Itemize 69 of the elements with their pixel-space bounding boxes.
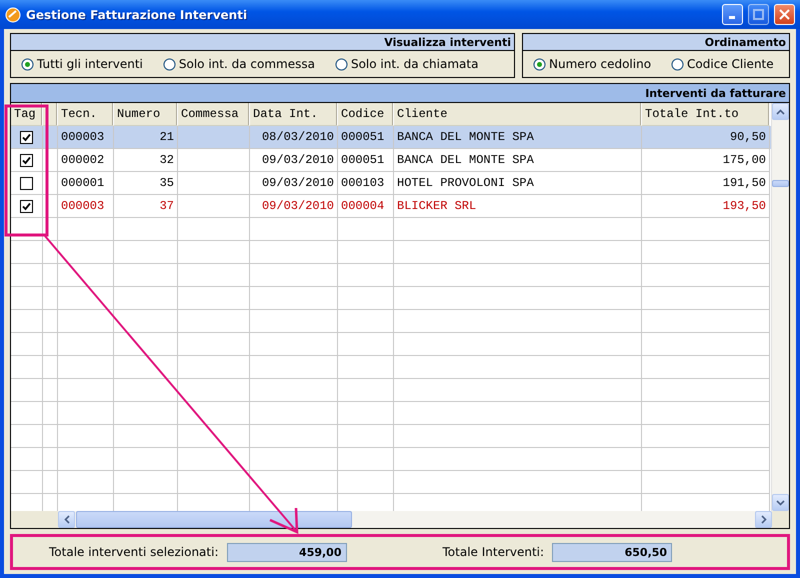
column-header[interactable]: Cliente	[394, 103, 642, 126]
table-title: Interventi da fatturare	[645, 86, 786, 100]
caret-right-icon	[760, 515, 766, 524]
table-cell	[178, 126, 250, 149]
row-checkbox[interactable]	[20, 130, 33, 144]
close-icon	[779, 9, 790, 20]
table-row[interactable]: 000001 35 09/03/2010 000103 HOTEL PROVOLONI SPA 191,50	[11, 172, 771, 195]
radio-option[interactable]: Numero cedolino	[533, 57, 652, 71]
scroll-thumb[interactable]	[772, 180, 789, 187]
table-cell	[43, 126, 58, 149]
table-cell: 000003	[58, 126, 114, 149]
table-cell	[178, 172, 250, 195]
table-cell: 90,50	[642, 126, 770, 149]
table-cell: 09/03/2010	[250, 149, 338, 172]
total-value-field: 459,00	[226, 542, 346, 562]
total-value-field: 650,50	[552, 542, 672, 562]
table-cell: 000002	[58, 149, 114, 172]
caret-up-icon	[776, 108, 785, 114]
table-cell: 35	[114, 172, 178, 195]
caret-left-icon	[64, 515, 70, 524]
minimize-button[interactable]	[722, 4, 743, 25]
radio-option[interactable]: Solo int. da commessa	[162, 57, 315, 71]
table-cell: 000001	[58, 172, 114, 195]
group-title: Visualizza interventi	[384, 36, 511, 48]
table-cell: 000051	[338, 149, 394, 172]
scroll-up-button[interactable]	[772, 103, 789, 120]
maximize-icon	[753, 9, 764, 20]
total-label: Totale Interventi:	[442, 545, 544, 559]
table-cell: 000051	[338, 126, 394, 149]
column-header[interactable]: Tecn.	[58, 103, 114, 126]
scroll-right-button[interactable]	[755, 511, 772, 528]
radio-option[interactable]: Solo int. da chiamata	[334, 57, 478, 71]
column-header[interactable]: Codice	[338, 103, 394, 126]
table-cell	[178, 149, 250, 172]
group-title: Ordinamento	[704, 36, 786, 48]
column-header[interactable]: Totale Int.to	[642, 103, 770, 126]
column-header[interactable]: Data Int.	[250, 103, 338, 126]
radio-option[interactable]: Tutti gli interventi	[21, 57, 143, 71]
table-cell: BANCA DEL MONTE SPA	[394, 149, 642, 172]
scroll-thumb[interactable]	[76, 511, 352, 528]
scroll-down-button[interactable]	[772, 494, 789, 511]
table-cell	[43, 149, 58, 172]
table-cell: 08/03/2010	[250, 126, 338, 149]
radio-option[interactable]: Codice Cliente	[671, 57, 774, 71]
app-icon	[5, 6, 21, 22]
maximize-button[interactable]	[748, 4, 769, 25]
table-cell: 000103	[338, 172, 394, 195]
row-checkbox[interactable]	[20, 200, 33, 212]
window-title: Gestione Fatturazione Interventi	[26, 8, 248, 22]
table-cell: 191,50	[642, 172, 770, 195]
table-cell: 09/03/2010	[250, 172, 338, 195]
horizontal-scrollbar[interactable]	[58, 511, 772, 528]
scroll-left-button[interactable]	[58, 511, 75, 528]
row-checkbox[interactable]	[20, 154, 33, 166]
table-cell: 175,00	[642, 149, 770, 172]
table-cell: 32	[114, 149, 178, 172]
caret-down-icon	[776, 500, 785, 506]
table-cell: 21	[114, 126, 178, 149]
close-button[interactable]	[774, 4, 795, 25]
vertical-scrollbar[interactable]	[771, 103, 789, 511]
row-checkbox[interactable]	[20, 176, 33, 190]
table-cell: HOTEL PROVOLONI SPA	[394, 172, 642, 195]
total-label: Totale interventi selezionati:	[49, 545, 218, 559]
column-header[interactable]: Numero	[114, 103, 178, 126]
table-row[interactable]: 000002 32 09/03/2010 000051 BANCA DEL MONTE SPA 175,00	[11, 149, 771, 172]
table-cell	[43, 172, 58, 195]
table-cell: BANCA DEL MONTE SPA	[394, 126, 642, 149]
table-row[interactable]: 000003 21 08/03/2010 000051 BANCA DEL MONTE SPA 90,50	[11, 126, 771, 149]
column-header[interactable]: Commessa	[178, 103, 250, 126]
